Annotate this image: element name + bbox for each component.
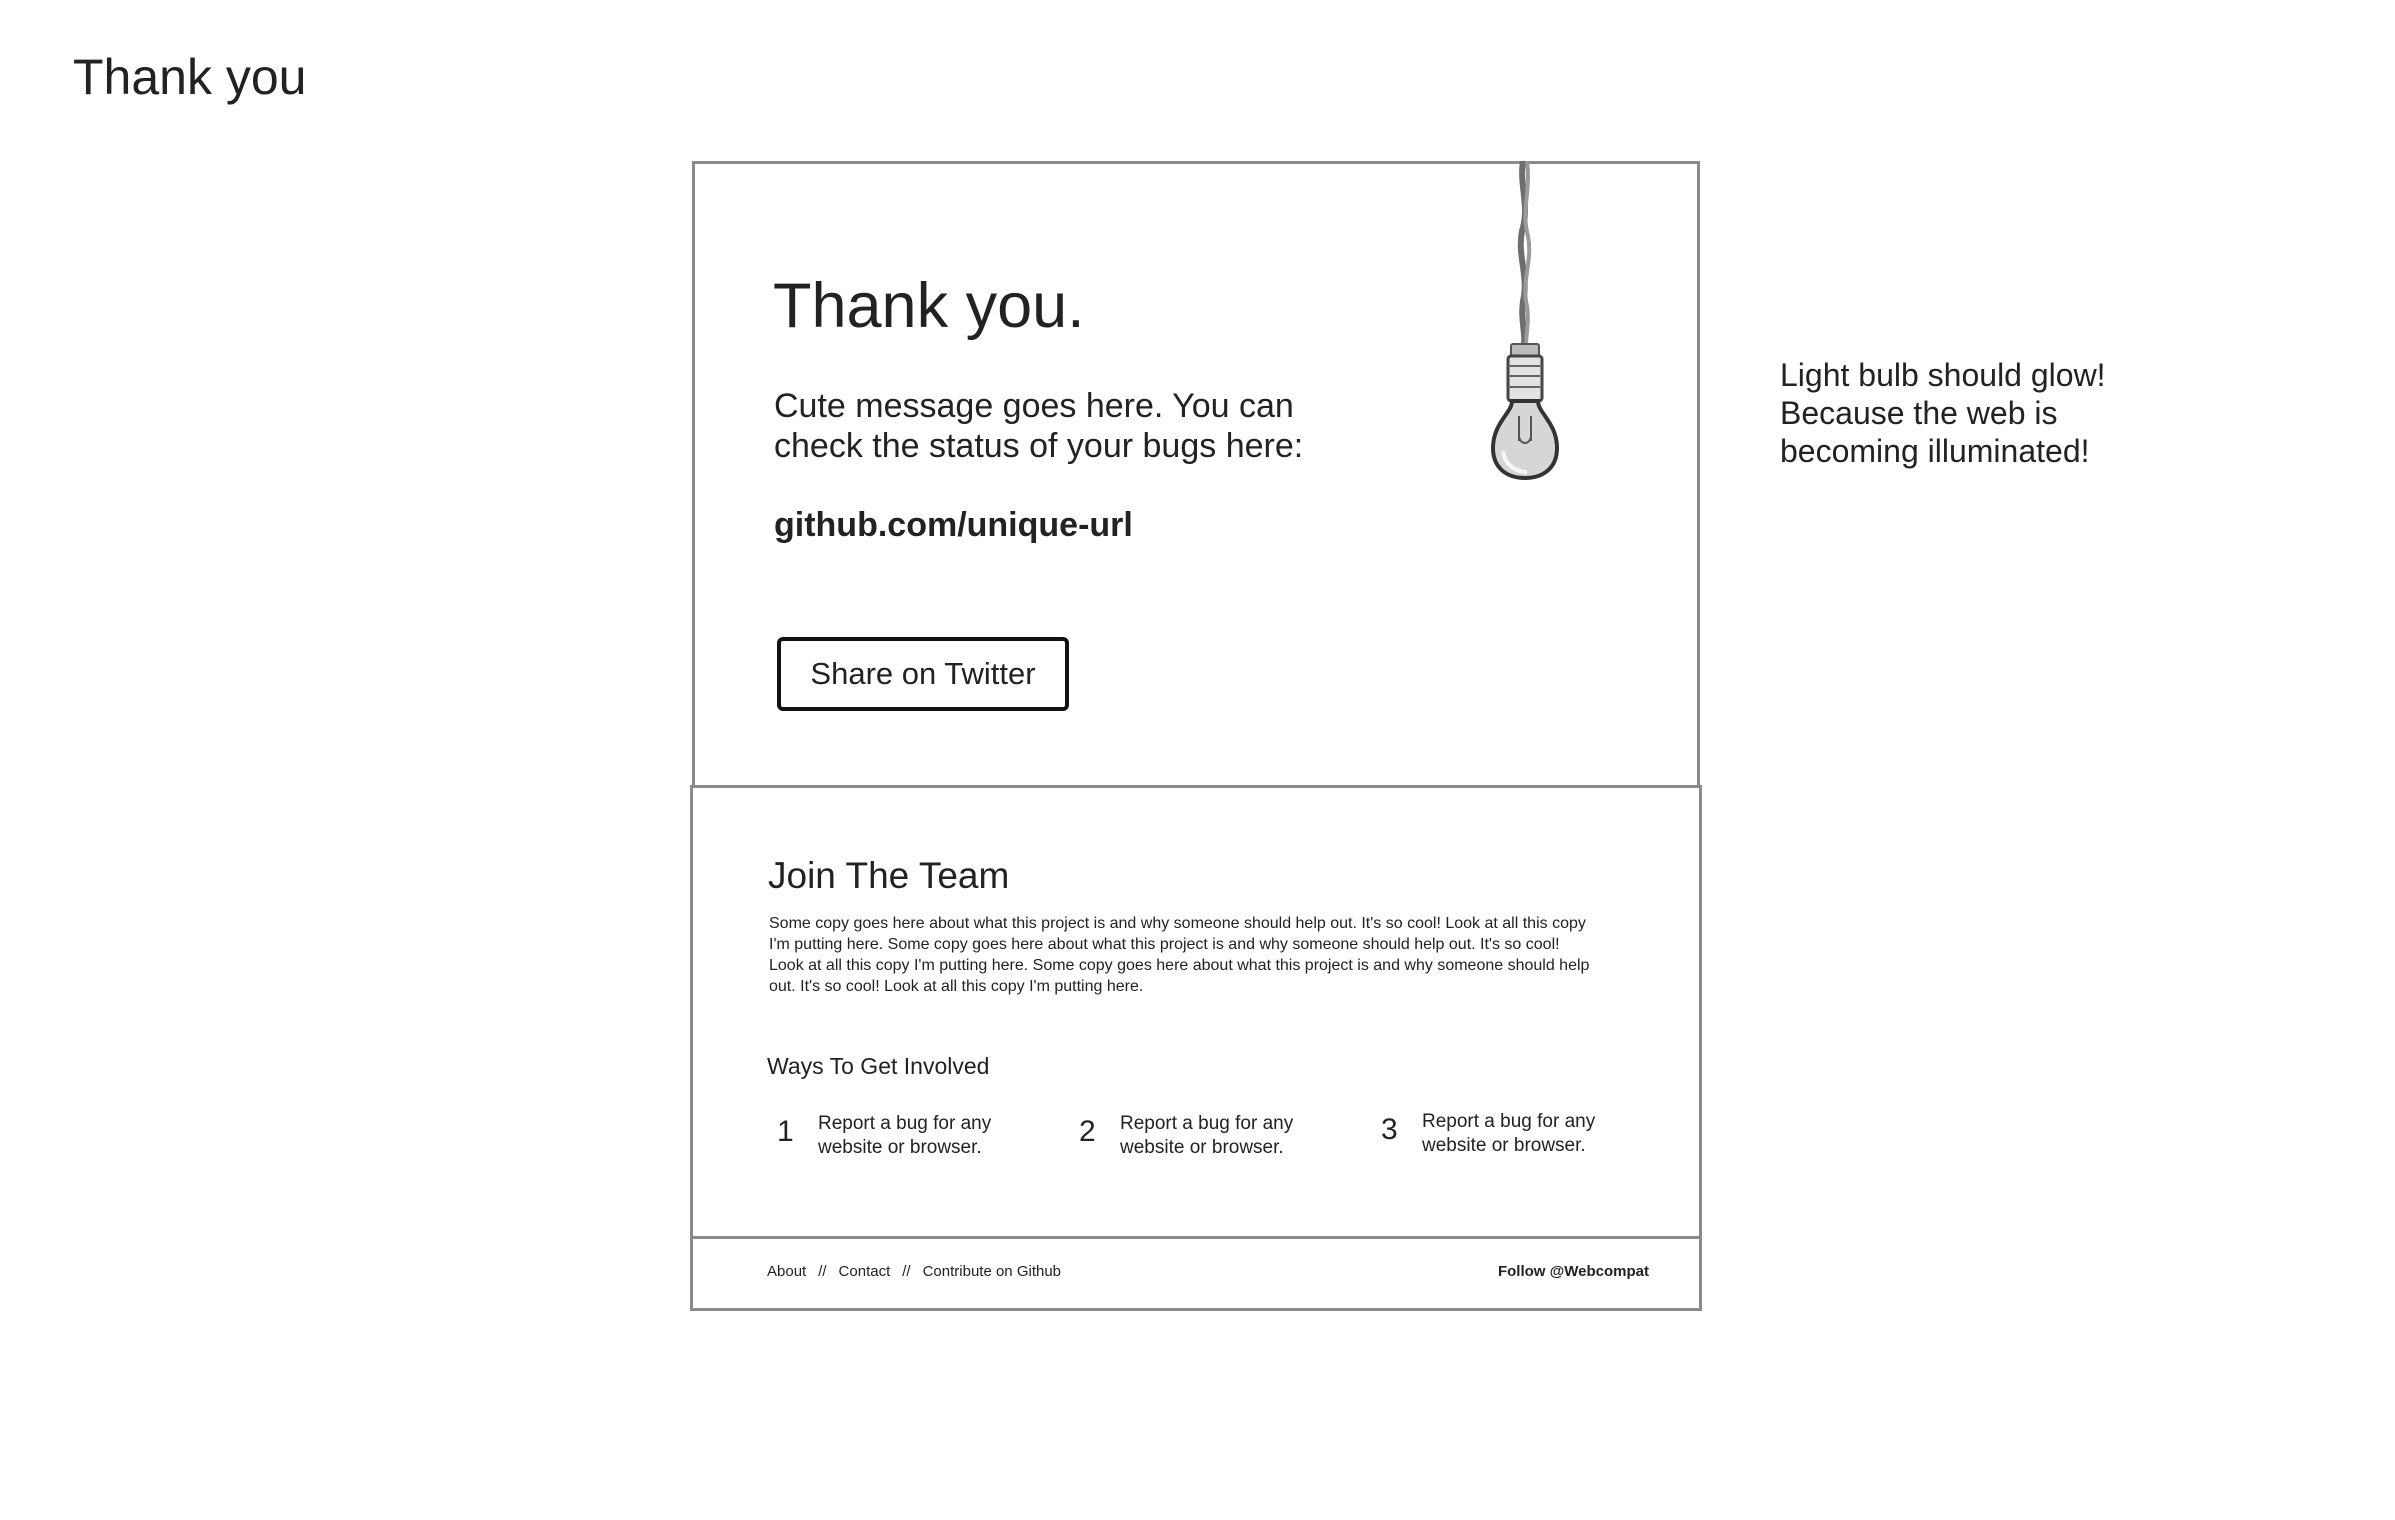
way-number: 2 [1079, 1115, 1096, 1148]
way-number: 3 [1381, 1113, 1398, 1146]
footer-link-contribute[interactable]: Contribute on Github [923, 1263, 1061, 1280]
way-text-line: website or browser. [1422, 1135, 1586, 1156]
way-text: Report a bug for any website or browser. [818, 1112, 991, 1160]
footer-separator: // [902, 1263, 911, 1280]
site-footer: About // Contact // Contribute on Github Fol… [690, 1236, 1702, 1311]
team-heading: Join The Team [768, 855, 1010, 896]
team-copy-line: out. It's so cool! Look at all this copy… [769, 978, 1144, 995]
team-copy-line: Some copy goes here about what this proj… [769, 915, 1586, 932]
footer-separator: // [818, 1263, 827, 1280]
bug-status-url[interactable]: github.com/unique-url [774, 506, 1133, 545]
way-text-line: website or browser. [818, 1137, 982, 1158]
way-text-line: Report a bug for any [1422, 1111, 1596, 1132]
hero-message: Cute message goes here. You can check th… [774, 386, 1303, 466]
way-text-line: Report a bug for any [1120, 1113, 1294, 1134]
team-copy-line: Look at all this copy I'm putting here. … [769, 957, 1590, 974]
footer-link-about[interactable]: About [767, 1263, 806, 1280]
hero-message-line: Cute message goes here. You can [774, 387, 1294, 425]
footer-link-contact[interactable]: Contact [839, 1263, 891, 1280]
annotation-line: becoming illuminated! [1780, 433, 2090, 469]
way-text-line: Report a bug for any [818, 1113, 992, 1134]
thank-you-panel: Thank you. Cute message goes here. You c… [692, 161, 1700, 789]
way-number: 1 [777, 1115, 794, 1148]
lightbulb-icon [1490, 161, 1560, 481]
annotation-line: Light bulb should glow! [1780, 357, 2106, 393]
team-copy-line: I'm putting here. Some copy goes here ab… [769, 936, 1560, 953]
annotation-line: Because the web is [1780, 395, 2058, 431]
team-description: Some copy goes here about what this proj… [769, 913, 1649, 997]
way-text: Report a bug for any website or browser. [1422, 1110, 1595, 1158]
hero-message-line: check the status of your bugs here: [774, 427, 1304, 465]
share-on-twitter-button[interactable]: Share on Twitter [777, 637, 1069, 711]
footer-links: About // Contact // Contribute on Github [767, 1263, 1061, 1280]
way-text-line: website or browser. [1120, 1137, 1284, 1158]
page-title: Thank you [73, 49, 307, 105]
ways-heading: Ways To Get Involved [767, 1053, 990, 1079]
join-team-panel: Join The Team Some copy goes here about … [690, 785, 1702, 1240]
hero-heading: Thank you. [773, 271, 1085, 341]
follow-webcompat-link[interactable]: Follow @Webcompat [1498, 1263, 1649, 1280]
way-text: Report a bug for any website or browser. [1120, 1112, 1293, 1160]
design-annotation: Light bulb should glow! Because the web … [1780, 356, 2200, 470]
